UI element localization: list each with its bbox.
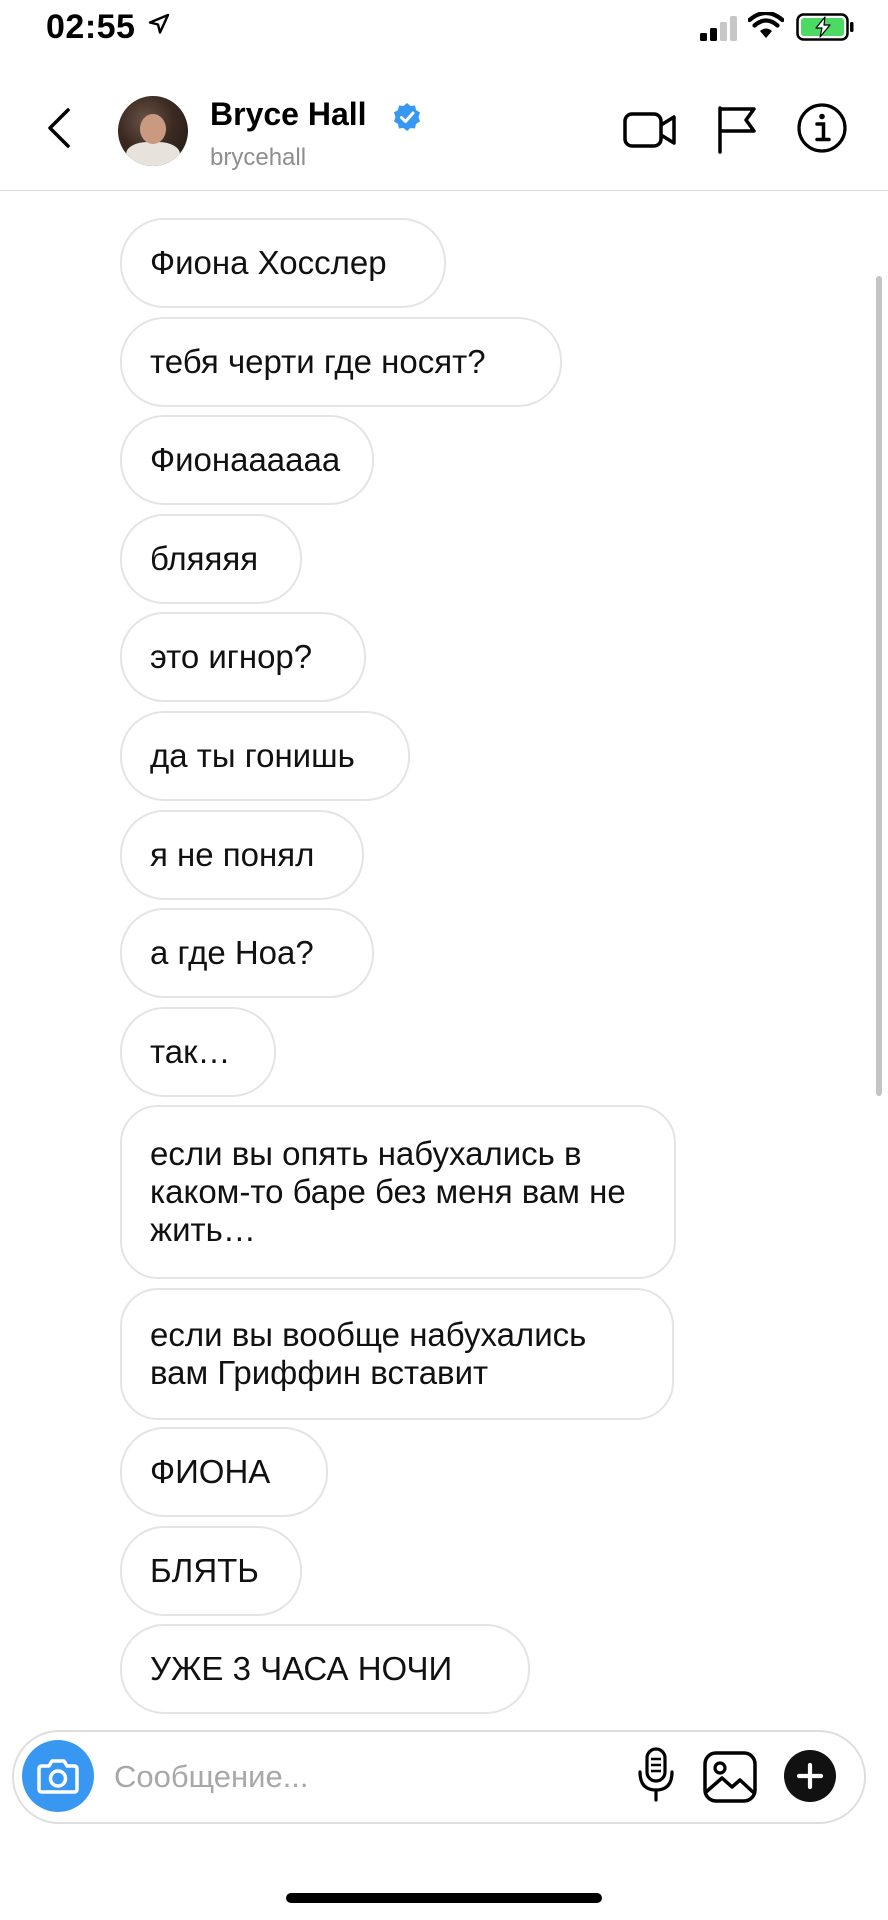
message-text: так…	[150, 1033, 231, 1070]
flag-icon[interactable]	[714, 104, 758, 154]
microphone-icon[interactable]	[636, 1746, 676, 1804]
message-bubble[interactable]: если вы вообще набухались вам Гриффин вс…	[120, 1288, 674, 1420]
video-call-icon[interactable]	[622, 108, 678, 152]
verified-badge-icon	[394, 103, 420, 131]
message-text: я не понял	[150, 836, 315, 873]
message-bubble[interactable]: это игнор?	[120, 612, 366, 702]
back-chevron-icon[interactable]	[40, 106, 80, 150]
status-time: 02:55	[46, 8, 136, 46]
message-bubble[interactable]: если вы опять набухались в каком-то баре…	[120, 1105, 676, 1279]
message-text: Фиона Хосслер	[150, 244, 387, 281]
message-text: если вы вообще набухались вам Гриффин вс…	[150, 1316, 587, 1391]
contact-name[interactable]: Bryce Hall	[210, 96, 367, 133]
message-bubble[interactable]: Фионаааааа	[120, 415, 374, 505]
contact-username: brycehall	[210, 144, 307, 171]
message-text: Фионаааааа	[150, 441, 341, 478]
camera-button[interactable]	[22, 1740, 94, 1812]
message-text: УЖЕ 3 ЧАСА НОЧИ	[150, 1650, 453, 1687]
message-bubble[interactable]: так…	[120, 1007, 276, 1097]
message-text: если вы опять набухались в каком-то баре…	[150, 1135, 626, 1248]
chat-header: Bryce Hall brycehall	[0, 60, 888, 191]
message-bubble[interactable]: Фиона Хосслер	[120, 218, 446, 308]
more-options-button[interactable]	[784, 1750, 836, 1802]
info-icon[interactable]	[796, 102, 848, 154]
message-text: а где Ноа?	[150, 934, 314, 971]
message-bubble[interactable]: да ты гонишь	[120, 711, 410, 801]
message-bubble[interactable]: БЛЯТЬ	[120, 1526, 302, 1616]
message-input[interactable]	[112, 1748, 616, 1806]
message-text: бляяяя	[150, 540, 259, 577]
message-bubble[interactable]: ФИОНА	[120, 1427, 328, 1517]
message-text: БЛЯТЬ	[150, 1552, 259, 1589]
message-bubble[interactable]: УЖЕ 3 ЧАСА НОЧИ	[120, 1624, 530, 1714]
message-text: это игнор?	[150, 638, 313, 675]
wifi-icon	[748, 12, 784, 38]
gallery-icon[interactable]	[702, 1750, 758, 1804]
status-bar: 02:55	[0, 0, 888, 60]
message-bubble[interactable]: бляяяя	[120, 514, 302, 604]
battery-charging-icon	[796, 13, 854, 41]
plus-icon	[796, 1762, 824, 1790]
message-bubble[interactable]: а где Ноа?	[120, 908, 374, 998]
message-composer	[12, 1730, 866, 1824]
scrollbar[interactable]	[876, 276, 882, 1096]
message-bubble[interactable]: я не понял	[120, 810, 364, 900]
cellular-signal-icon	[700, 16, 737, 41]
camera-icon	[37, 1759, 79, 1794]
home-indicator[interactable]	[286, 1893, 602, 1903]
message-text: ФИОНА	[150, 1453, 271, 1490]
message-text: да ты гонишь	[150, 737, 355, 774]
avatar[interactable]	[118, 96, 188, 166]
location-arrow-icon	[148, 13, 170, 34]
message-text: тебя черти где носят?	[150, 343, 486, 380]
message-bubble[interactable]: тебя черти где носят?	[120, 317, 562, 407]
